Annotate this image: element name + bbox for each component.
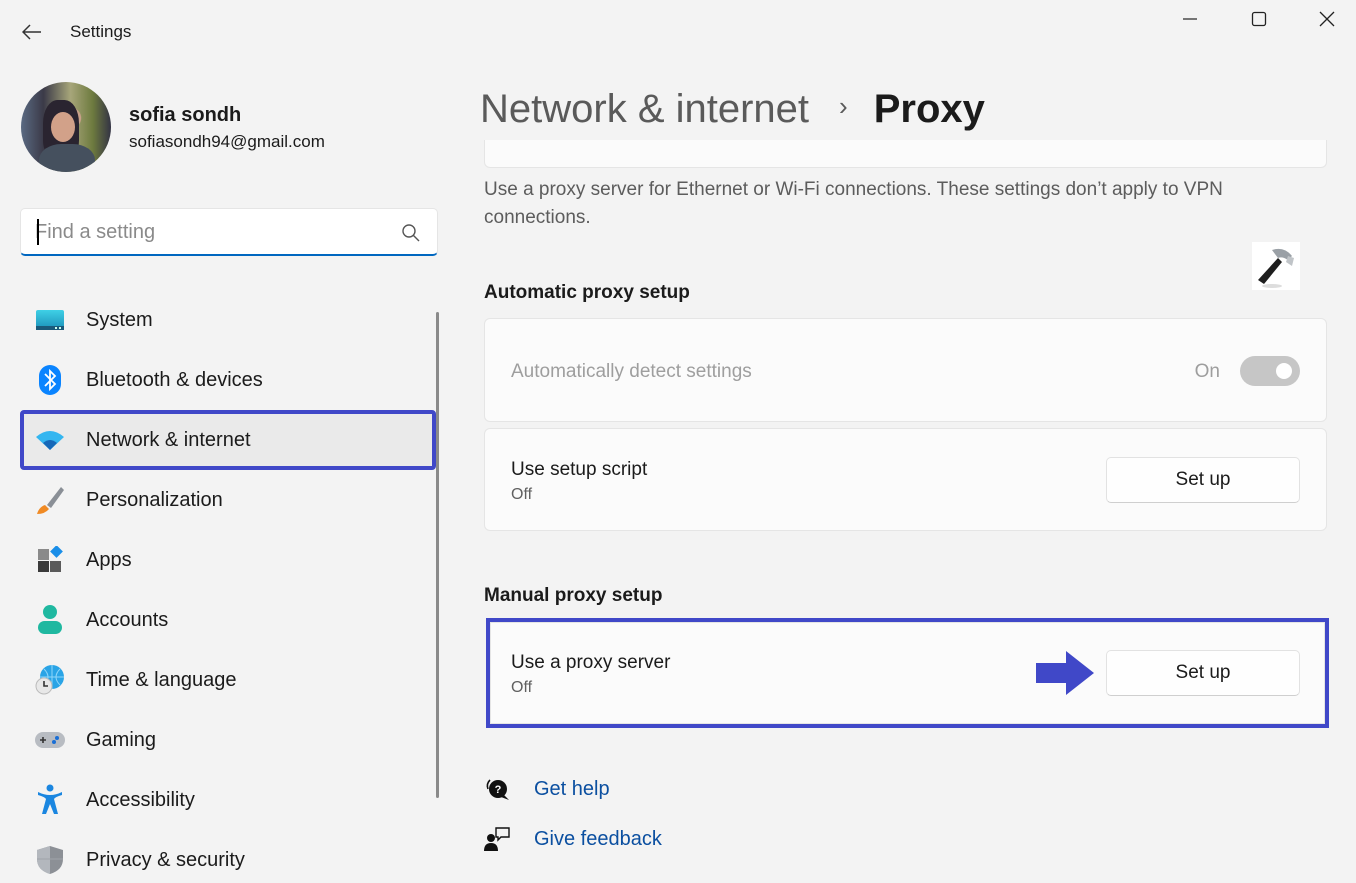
sidebar-item-personalization[interactable]: Personalization bbox=[20, 470, 436, 530]
svg-text:?: ? bbox=[495, 784, 502, 796]
shield-icon bbox=[34, 844, 66, 876]
search-icon[interactable] bbox=[401, 223, 421, 243]
text-caret bbox=[37, 219, 39, 245]
back-arrow-icon bbox=[22, 24, 41, 40]
breadcrumb: Network & internet › Proxy bbox=[480, 82, 985, 136]
user-email: sofiasondh94@gmail.com bbox=[129, 132, 325, 151]
maximize-icon bbox=[1251, 11, 1267, 27]
auto-detect-label: Automatically detect settings bbox=[511, 361, 752, 382]
auto-detect-toggle[interactable] bbox=[1240, 356, 1300, 386]
avatar[interactable] bbox=[21, 82, 111, 172]
settings-window: Settings sofia sondh sofiasondh94@gmail.… bbox=[0, 0, 1356, 883]
close-button[interactable] bbox=[1299, 4, 1355, 34]
paintbrush-icon bbox=[34, 484, 66, 516]
automatic-proxy-section-title: Automatic proxy setup bbox=[484, 282, 690, 303]
scrolled-card-edge bbox=[484, 140, 1327, 168]
wifi-icon bbox=[34, 424, 66, 456]
back-button[interactable] bbox=[18, 18, 46, 46]
user-name: sofia sondh bbox=[129, 104, 242, 126]
sidebar-item-network[interactable]: Network & internet bbox=[20, 410, 436, 470]
annotation-arrow-icon bbox=[1036, 651, 1094, 695]
sidebar-item-label: Gaming bbox=[86, 728, 157, 751]
hammer-icon bbox=[1252, 242, 1300, 290]
accounts-icon bbox=[34, 604, 66, 636]
sidebar-item-label: Privacy & security bbox=[86, 848, 245, 871]
auto-detect-card: Automatically detect settings On bbox=[484, 318, 1327, 422]
sidebar-item-bluetooth[interactable]: Bluetooth & devices bbox=[20, 350, 436, 410]
search-box[interactable] bbox=[20, 208, 438, 256]
sidebar-item-privacy-security[interactable]: Privacy & security bbox=[20, 830, 436, 883]
sidebar-item-label: Accessibility bbox=[86, 788, 195, 811]
bluetooth-icon bbox=[34, 364, 66, 396]
gamepad-icon bbox=[34, 724, 66, 756]
sidebar-item-label: System bbox=[86, 308, 153, 331]
sidebar-item-label: Time & language bbox=[86, 668, 237, 691]
give-feedback-link[interactable]: Give feedback bbox=[484, 826, 662, 852]
auto-detect-state: On bbox=[1194, 361, 1220, 382]
sidebar-item-label: Apps bbox=[86, 548, 132, 571]
sidebar-item-label: Network & internet bbox=[86, 428, 251, 451]
apps-icon bbox=[34, 544, 66, 576]
sidebar-item-accounts[interactable]: Accounts bbox=[20, 590, 436, 650]
minimize-button[interactable] bbox=[1162, 4, 1218, 34]
chevron-right-icon: › bbox=[839, 90, 848, 121]
sidebar-scrollbar[interactable] bbox=[436, 312, 439, 798]
sidebar-item-label: Personalization bbox=[86, 488, 223, 511]
get-help-link[interactable]: ? Get help bbox=[484, 776, 610, 802]
get-help-label: Get help bbox=[534, 777, 610, 800]
toggle-knob bbox=[1276, 363, 1292, 379]
setup-script-card: Use setup script Off Set up bbox=[484, 428, 1327, 531]
sidebar-item-label: Accounts bbox=[86, 608, 169, 631]
title-bar: Settings bbox=[0, 0, 1356, 62]
search-input[interactable] bbox=[35, 217, 385, 247]
sidebar-item-accessibility[interactable]: Accessibility bbox=[20, 770, 436, 830]
sidebar-item-label: Bluetooth & devices bbox=[86, 368, 263, 391]
give-feedback-icon bbox=[484, 826, 510, 852]
give-feedback-label: Give feedback bbox=[534, 827, 662, 850]
page-title: Proxy bbox=[873, 86, 985, 131]
setup-script-status: Off bbox=[511, 486, 533, 503]
maximize-button[interactable] bbox=[1231, 4, 1287, 34]
minimize-icon bbox=[1183, 18, 1197, 20]
manual-proxy-section-title: Manual proxy setup bbox=[484, 585, 663, 606]
time-language-icon bbox=[34, 664, 66, 696]
sidebar-item-apps[interactable]: Apps bbox=[20, 530, 436, 590]
sidebar-item-gaming[interactable]: Gaming bbox=[20, 710, 436, 770]
get-help-icon: ? bbox=[484, 776, 510, 802]
system-icon bbox=[34, 304, 66, 336]
setup-script-label: Use setup script bbox=[511, 459, 648, 480]
accessibility-icon bbox=[34, 784, 66, 816]
sidebar-item-system[interactable]: System bbox=[20, 290, 436, 350]
app-title: Settings bbox=[70, 22, 132, 41]
sidebar-nav: System Bluetooth & devices Network & int… bbox=[20, 290, 436, 883]
sidebar-item-time-language[interactable]: Time & language bbox=[20, 650, 436, 710]
annotation-highlight-box bbox=[486, 618, 1329, 728]
close-icon bbox=[1319, 11, 1335, 27]
setup-script-setup-button[interactable]: Set up bbox=[1106, 457, 1300, 503]
proxy-description: Use a proxy server for Ethernet or Wi-Fi… bbox=[484, 179, 1223, 228]
breadcrumb-parent-link[interactable]: Network & internet bbox=[480, 87, 809, 132]
